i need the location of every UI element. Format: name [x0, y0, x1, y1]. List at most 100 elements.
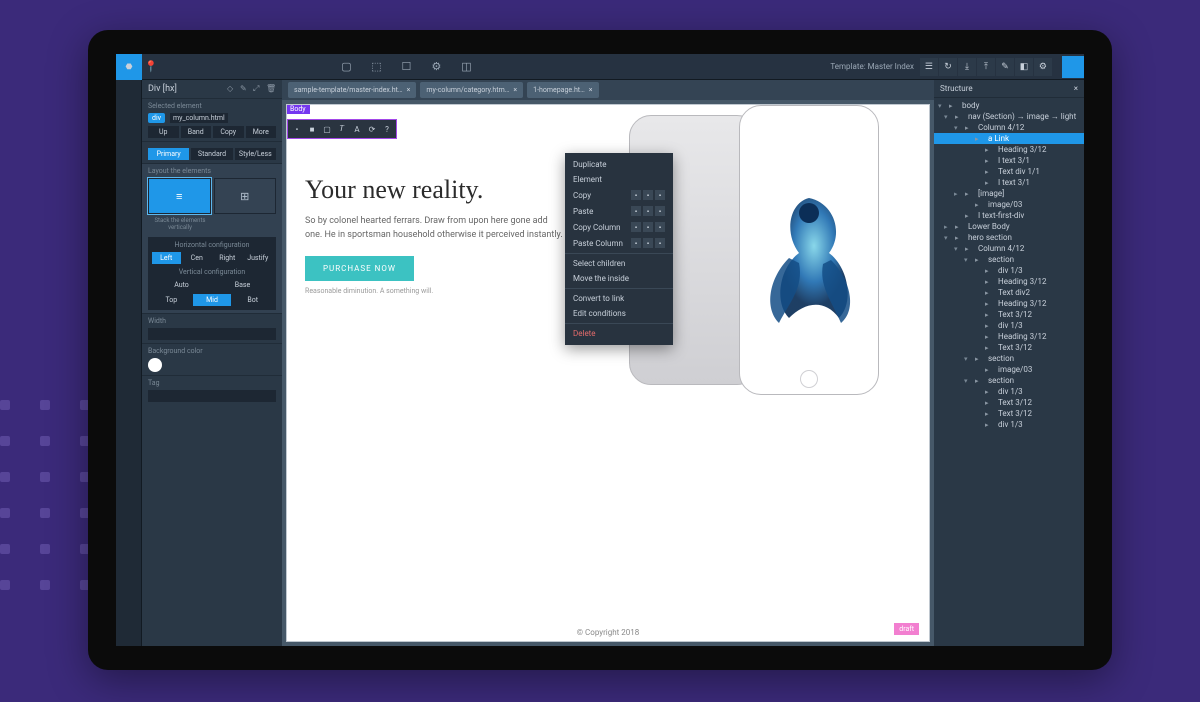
- valign-top[interactable]: Top: [152, 294, 191, 306]
- tool-block-icon[interactable]: ■: [305, 122, 319, 136]
- pin-icon[interactable]: 📍: [142, 58, 160, 76]
- edit-icon[interactable]: ✎: [996, 58, 1014, 76]
- ctx-copy-column[interactable]: Copy Column▪▪▪: [565, 219, 673, 235]
- tool-rotate-icon[interactable]: ⟳: [365, 122, 379, 136]
- halign-justify[interactable]: Justify: [244, 252, 273, 264]
- valign-bot[interactable]: Bot: [233, 294, 272, 306]
- tree-node[interactable]: ▾▸body: [934, 100, 1084, 111]
- ctx-move-the-inside[interactable]: Move the inside: [565, 271, 673, 286]
- tree-node[interactable]: ▾▸Column 4/12: [934, 122, 1084, 133]
- device-desktop-icon[interactable]: ▢: [337, 58, 355, 76]
- tree-node[interactable]: ▸div 1/3: [934, 265, 1084, 276]
- action-more[interactable]: More: [246, 126, 277, 138]
- tree-node[interactable]: ▸div 1/3: [934, 386, 1084, 397]
- tree-node[interactable]: ▸I text 3/1: [934, 155, 1084, 166]
- action-up[interactable]: Up: [148, 126, 179, 138]
- hero-heading[interactable]: Your new reality.: [305, 175, 565, 205]
- download-icon[interactable]: ⤓: [958, 58, 976, 76]
- app-logo[interactable]: ⬣: [116, 54, 142, 80]
- ctx-select-children[interactable]: Select children: [565, 256, 673, 271]
- close-icon[interactable]: ×: [513, 86, 517, 94]
- tool-text-icon[interactable]: 𝑇: [335, 122, 349, 136]
- tree-node[interactable]: ▸Text 3/12: [934, 342, 1084, 353]
- selected-file-chip[interactable]: my_column.html: [170, 113, 228, 123]
- tree-node[interactable]: ▸▸Lower Body: [934, 221, 1084, 232]
- avatar[interactable]: [1062, 56, 1084, 78]
- valign-auto[interactable]: Auto: [152, 279, 211, 291]
- tree-node[interactable]: ▸Text 3/12: [934, 397, 1084, 408]
- refresh-icon[interactable]: ↻: [939, 58, 957, 76]
- ctx-element[interactable]: Element: [565, 172, 673, 187]
- tree-node[interactable]: ▸div 1/3: [934, 320, 1084, 331]
- tree-node[interactable]: ▾▸nav (Section) → image → light: [934, 111, 1084, 122]
- hero-paragraph[interactable]: So by colonel hearted ferrars. Draw from…: [305, 215, 565, 242]
- device-phone-icon[interactable]: ☐: [397, 58, 415, 76]
- tree-node[interactable]: ▸div 1/3: [934, 419, 1084, 430]
- tab-style[interactable]: Style/Less: [235, 148, 276, 160]
- tree-node[interactable]: ▾▸section: [934, 353, 1084, 364]
- page-preview[interactable]: Body • ■ ▢ 𝑇 A ⟳ ? Your new reality. So …: [286, 104, 930, 642]
- tree-node[interactable]: ▸a Link: [934, 133, 1084, 144]
- tab-primary[interactable]: Primary: [148, 148, 189, 160]
- tree-node[interactable]: ▸Heading 3/12: [934, 144, 1084, 155]
- ctx-duplicate[interactable]: Duplicate: [565, 157, 673, 172]
- tree-node[interactable]: ▸Heading 3/12: [934, 298, 1084, 309]
- ctx-paste[interactable]: Paste▪▪▪: [565, 203, 673, 219]
- tree-node[interactable]: ▸Text div2: [934, 287, 1084, 298]
- device-split-icon[interactable]: ◫: [457, 58, 475, 76]
- inspector-move-icon[interactable]: ◇: [227, 84, 237, 94]
- selected-tag-badge[interactable]: div: [148, 113, 165, 123]
- tree-node[interactable]: ▸I text 3/1: [934, 177, 1084, 188]
- tab-doc-2[interactable]: 1-homepage.ht…×: [527, 82, 598, 98]
- layout-grid-tile[interactable]: ⊞: [214, 178, 277, 214]
- close-icon[interactable]: ×: [407, 86, 411, 94]
- gear-icon[interactable]: ⚙: [1034, 58, 1052, 76]
- device-tablet-icon[interactable]: ⬚: [367, 58, 385, 76]
- tree-node[interactable]: ▸Text 3/12: [934, 408, 1084, 419]
- inspector-expand-icon[interactable]: ⤢: [253, 84, 263, 94]
- tree-node[interactable]: ▾▸section: [934, 375, 1084, 386]
- upload-icon[interactable]: ⤒: [977, 58, 995, 76]
- tree-node[interactable]: ▸Text 3/12: [934, 309, 1084, 320]
- ctx-paste-column[interactable]: Paste Column▪▪▪: [565, 235, 673, 251]
- valign-base[interactable]: Base: [213, 279, 272, 291]
- purchase-button[interactable]: PURCHASE NOW: [305, 256, 414, 281]
- ctx-copy[interactable]: Copy▪▪▪: [565, 187, 673, 203]
- tree-node[interactable]: ▾▸Column 4/12: [934, 243, 1084, 254]
- selection-tag[interactable]: Body: [286, 104, 310, 114]
- tree-node[interactable]: ▸▸[image]: [934, 188, 1084, 199]
- halign-center[interactable]: Cen: [183, 252, 212, 264]
- valign-mid[interactable]: Mid: [193, 294, 232, 306]
- layout-stack-tile[interactable]: ≡: [148, 178, 211, 214]
- tree-node[interactable]: ▸I text-first-div: [934, 210, 1084, 221]
- menu-icon[interactable]: ☰: [920, 58, 938, 76]
- tab-doc-1[interactable]: my-column/category.htm…×: [420, 82, 523, 98]
- tree-node[interactable]: ▸Text div 1/1: [934, 166, 1084, 177]
- halign-right[interactable]: Right: [213, 252, 242, 264]
- tab-standard[interactable]: Standard: [191, 148, 232, 160]
- ctx-edit-conditions[interactable]: Edit conditions: [565, 306, 673, 321]
- tag-input[interactable]: [148, 390, 276, 402]
- tool-bullet-icon[interactable]: •: [290, 122, 304, 136]
- inspector-edit-icon[interactable]: ✎: [240, 84, 250, 94]
- device-settings-icon[interactable]: ⚙: [427, 58, 445, 76]
- close-icon[interactable]: ×: [1074, 84, 1078, 93]
- tree-node[interactable]: ▸Heading 3/12: [934, 331, 1084, 342]
- ctx-convert-to-link[interactable]: Convert to link: [565, 291, 673, 306]
- tool-help-icon[interactable]: ?: [380, 122, 394, 136]
- tree-node[interactable]: ▾▸hero section: [934, 232, 1084, 243]
- inspector-delete-icon[interactable]: 🗑: [266, 84, 276, 94]
- tab-doc-0[interactable]: sample-template/master-index.ht…×: [288, 82, 416, 98]
- tree-node[interactable]: ▾▸section: [934, 254, 1084, 265]
- width-input[interactable]: [148, 328, 276, 340]
- halign-left[interactable]: Left: [152, 252, 181, 264]
- layout-icon[interactable]: ◧: [1015, 58, 1033, 76]
- tree-node[interactable]: ▸image/03: [934, 364, 1084, 375]
- close-icon[interactable]: ×: [589, 86, 593, 94]
- tool-font-icon[interactable]: A: [350, 122, 364, 136]
- bgcolor-swatch[interactable]: [148, 358, 162, 372]
- action-band[interactable]: Band: [181, 126, 212, 138]
- tree-node[interactable]: ▸image/03: [934, 199, 1084, 210]
- action-copy[interactable]: Copy: [213, 126, 244, 138]
- tree-node[interactable]: ▸Heading 3/12: [934, 276, 1084, 287]
